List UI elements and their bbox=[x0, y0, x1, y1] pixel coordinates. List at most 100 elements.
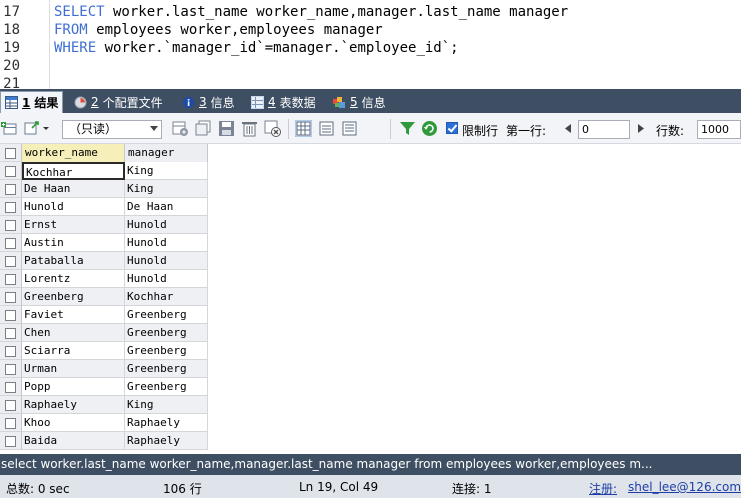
row-selector[interactable] bbox=[0, 378, 22, 396]
tab-info[interactable]: 5 信息 bbox=[329, 91, 390, 113]
cell-manager[interactable]: King bbox=[125, 396, 208, 414]
tab-results[interactable]: 1 结果 bbox=[0, 91, 64, 113]
row-checkbox[interactable] bbox=[5, 382, 16, 393]
cell-worker-name[interactable]: Pataballa bbox=[22, 252, 125, 270]
row-selector[interactable] bbox=[0, 270, 22, 288]
row-selector[interactable] bbox=[0, 414, 22, 432]
row-checkbox[interactable] bbox=[5, 220, 16, 231]
table-row[interactable]: Kochhar King bbox=[0, 162, 208, 180]
delete-row-icon[interactable] bbox=[241, 120, 258, 137]
cell-worker-name[interactable]: Khoo bbox=[22, 414, 125, 432]
filter-icon[interactable] bbox=[399, 120, 416, 137]
table-row[interactable]: Khoo Raphaely bbox=[0, 414, 208, 432]
cell-worker-name[interactable]: De Haan bbox=[22, 180, 125, 198]
refresh-icon[interactable] bbox=[421, 120, 438, 137]
cell-manager[interactable]: Raphaely bbox=[125, 414, 208, 432]
table-row[interactable]: Raphaely King bbox=[0, 396, 208, 414]
column-header-manager[interactable]: manager bbox=[125, 144, 208, 162]
row-selector[interactable] bbox=[0, 216, 22, 234]
row-checkbox[interactable] bbox=[5, 346, 16, 357]
cell-manager[interactable]: Greenberg bbox=[125, 360, 208, 378]
row-selector[interactable] bbox=[0, 324, 22, 342]
cell-manager[interactable]: Greenberg bbox=[125, 342, 208, 360]
cell-manager[interactable]: Hunold bbox=[125, 216, 208, 234]
cell-worker-name[interactable]: Raphaely bbox=[22, 396, 125, 414]
tab-profiles[interactable]: 2 个配置文件 bbox=[70, 91, 167, 113]
register-label[interactable]: 注册: bbox=[589, 480, 617, 497]
export-icon[interactable] bbox=[24, 120, 41, 137]
table-row[interactable]: Greenberg Kochhar bbox=[0, 288, 208, 306]
duplicate-row-icon[interactable] bbox=[195, 120, 212, 137]
limit-rows-checkbox[interactable] bbox=[446, 122, 458, 134]
cell-worker-name[interactable]: Faviet bbox=[22, 306, 125, 324]
row-checkbox[interactable] bbox=[5, 238, 16, 249]
code-line[interactable]: SELECT worker.last_name worker_name,mana… bbox=[54, 4, 568, 21]
row-selector[interactable] bbox=[0, 342, 22, 360]
row-selector[interactable] bbox=[0, 198, 22, 216]
table-row[interactable]: Chen Greenberg bbox=[0, 324, 208, 342]
form-view-icon[interactable] bbox=[318, 120, 335, 137]
cell-manager[interactable]: King bbox=[125, 162, 208, 180]
cell-worker-name[interactable]: Popp bbox=[22, 378, 125, 396]
row-selector[interactable] bbox=[0, 288, 22, 306]
cell-manager[interactable]: Greenberg bbox=[125, 324, 208, 342]
cell-worker-name[interactable]: Sciarra bbox=[22, 342, 125, 360]
cell-manager[interactable]: Raphaely bbox=[125, 432, 208, 450]
cell-worker-name[interactable]: Hunold bbox=[22, 198, 125, 216]
chevron-down-icon[interactable] bbox=[41, 120, 51, 137]
select-all-checkbox[interactable] bbox=[5, 148, 16, 159]
insert-row-icon[interactable] bbox=[172, 120, 189, 137]
row-selector[interactable] bbox=[0, 252, 22, 270]
cell-manager[interactable]: Greenberg bbox=[125, 378, 208, 396]
table-row[interactable]: Popp Greenberg bbox=[0, 378, 208, 396]
result-grid[interactable]: worker_name manager Kochhar King De Haan Ki… bbox=[0, 144, 741, 454]
first-row-input[interactable] bbox=[578, 120, 630, 139]
add-row-icon[interactable] bbox=[1, 120, 18, 137]
row-checkbox[interactable] bbox=[5, 400, 16, 411]
row-selector[interactable] bbox=[0, 396, 22, 414]
row-checkbox[interactable] bbox=[5, 364, 16, 375]
table-row[interactable]: Ernst Hunold bbox=[0, 216, 208, 234]
table-row[interactable]: Pataballa Hunold bbox=[0, 252, 208, 270]
row-checkbox[interactable] bbox=[5, 418, 16, 429]
save-icon[interactable] bbox=[218, 120, 235, 137]
cell-manager[interactable]: Kochhar bbox=[125, 288, 208, 306]
result-mode-select[interactable]: （只读） bbox=[62, 120, 162, 139]
row-checkbox[interactable] bbox=[5, 310, 16, 321]
code-line[interactable]: WHERE worker.`manager_id`=manager.`emplo… bbox=[54, 40, 459, 57]
tab-table-data[interactable]: 4 表数据 bbox=[247, 91, 320, 113]
cell-worker-name[interactable]: Austin bbox=[22, 234, 125, 252]
grid-view-icon[interactable] bbox=[295, 120, 312, 137]
sql-editor[interactable]: 17 SELECT worker.last_name worker_name,m… bbox=[0, 0, 741, 89]
table-row[interactable]: Austin Hunold bbox=[0, 234, 208, 252]
table-row[interactable]: Lorentz Hunold bbox=[0, 270, 208, 288]
row-checkbox[interactable] bbox=[5, 328, 16, 339]
table-row[interactable]: Faviet Greenberg bbox=[0, 306, 208, 324]
cell-manager[interactable]: Greenberg bbox=[125, 306, 208, 324]
previous-page-icon[interactable] bbox=[562, 120, 574, 137]
select-all-cell[interactable] bbox=[0, 144, 22, 162]
cell-manager[interactable]: De Haan bbox=[125, 198, 208, 216]
table-row[interactable]: Hunold De Haan bbox=[0, 198, 208, 216]
table-row[interactable]: Sciarra Greenberg bbox=[0, 342, 208, 360]
cell-worker-name[interactable]: Lorentz bbox=[22, 270, 125, 288]
cell-manager[interactable]: Hunold bbox=[125, 234, 208, 252]
row-checkbox[interactable] bbox=[5, 436, 16, 447]
row-selector[interactable] bbox=[0, 162, 22, 180]
cell-manager[interactable]: King bbox=[125, 180, 208, 198]
table-row[interactable]: Urman Greenberg bbox=[0, 360, 208, 378]
cell-worker-name[interactable]: Chen bbox=[22, 324, 125, 342]
cell-worker-name[interactable]: Greenberg bbox=[22, 288, 125, 306]
cell-manager[interactable]: Hunold bbox=[125, 270, 208, 288]
row-checkbox[interactable] bbox=[5, 292, 16, 303]
row-checkbox[interactable] bbox=[5, 202, 16, 213]
cell-manager[interactable]: Hunold bbox=[125, 252, 208, 270]
row-selector[interactable] bbox=[0, 306, 22, 324]
cell-worker-name[interactable]: Baida bbox=[22, 432, 125, 450]
register-user-link[interactable]: shel_lee@126.com bbox=[628, 480, 741, 494]
cancel-changes-icon[interactable] bbox=[264, 120, 281, 137]
code-line[interactable]: FROM employees worker,employees manager bbox=[54, 22, 383, 39]
row-checkbox[interactable] bbox=[5, 256, 16, 267]
row-selector[interactable] bbox=[0, 234, 22, 252]
row-checkbox[interactable] bbox=[5, 184, 16, 195]
